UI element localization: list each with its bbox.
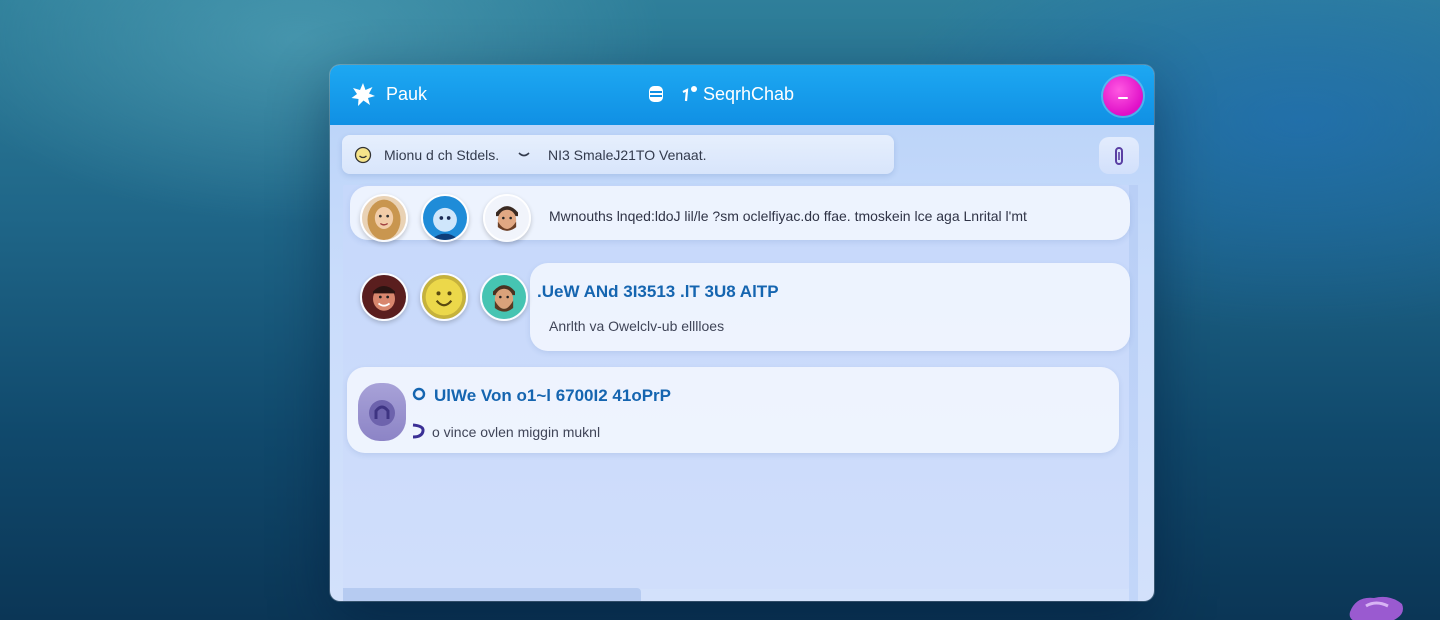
reply-arrow-icon [412, 423, 425, 439]
app-name: Pauk [386, 84, 428, 104]
mascot-icon [1349, 596, 1403, 620]
vertical-scrollbar[interactable] [1129, 185, 1138, 601]
chat-window: Pauk SeqrhChab Mionu d ch Stdels. NI3 Sm… [330, 65, 1154, 601]
conversation-preview: Mwnouths lnqed:ldoJ lil/le ?sm oclelfiya… [549, 208, 1027, 224]
search-status-label: Mionu d ch Stdels. [384, 147, 500, 163]
minus-icon [1118, 97, 1128, 99]
title-bar: Pauk SeqrhChab [330, 65, 1154, 125]
chat-bubble-glyph [369, 400, 395, 426]
blue-character-avatar[interactable] [421, 194, 469, 242]
blonde-woman-avatar[interactable] [360, 194, 408, 242]
chat-search-icon [682, 86, 697, 102]
conversation-title: UlWe Von o1~l 6700I2 41oPrP [434, 386, 672, 405]
search-bar[interactable]: Mionu d ch Stdels. NI3 SmaleJ21TO Venaat… [342, 135, 894, 174]
conversation-item[interactable] [347, 367, 1119, 453]
drive-icon[interactable] [648, 85, 664, 103]
yellow-emoji-avatar[interactable] [420, 273, 468, 321]
conversation-preview: Anrlth va Owelclv-ub elllloes [549, 318, 725, 334]
profile-button[interactable] [1103, 76, 1143, 116]
chat-bubble-icon[interactable] [358, 383, 406, 441]
conversation-preview: o vince ovlen miggin muknl [432, 424, 601, 440]
bearded-man-avatar[interactable] [483, 194, 531, 242]
bearded-man-teal-avatar[interactable] [480, 273, 528, 321]
smiling-man-avatar[interactable] [360, 273, 408, 321]
chevron-down-icon[interactable] [517, 149, 531, 159]
attach-button[interactable] [1099, 137, 1139, 174]
app-logo-icon [351, 83, 375, 106]
horizontal-scrollbar[interactable] [343, 588, 641, 601]
conversation-title: .UeW ANd 3I3513 .lT 3U8 AlTP [537, 282, 779, 301]
paperclip-icon [1115, 147, 1123, 165]
smiley-icon [354, 146, 372, 164]
window-title: SeqrhChab [703, 84, 795, 104]
search-input[interactable]: NI3 SmaleJ21TO Venaat. [548, 147, 707, 163]
conversation-item[interactable] [530, 263, 1130, 351]
link-icon [412, 387, 426, 401]
